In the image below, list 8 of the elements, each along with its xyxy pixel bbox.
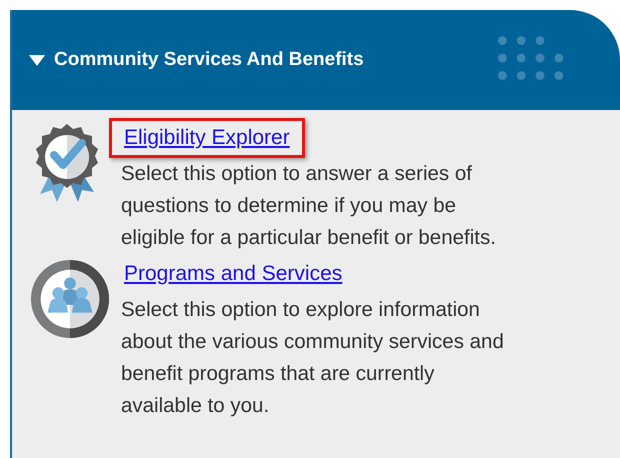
collapse-triangle-icon[interactable] — [28, 54, 46, 66]
description: Select this option to explore information about the various community services and benefit programs that are currently available to you. — [121, 297, 505, 419]
description: Select this option to answer a series of questions to determine if you may be eligible for a particular benefit or benefits. — [121, 161, 497, 251]
link[interactable]: Eligibility Explorer — [124, 126, 290, 149]
panel-title: Community Services And Benefits — [54, 49, 364, 71]
link[interactable]: Programs and Services — [124, 262, 342, 285]
panel-header[interactable]: Community Services And Benefits — [12, 10, 620, 110]
people-group-icon — [29, 258, 111, 340]
